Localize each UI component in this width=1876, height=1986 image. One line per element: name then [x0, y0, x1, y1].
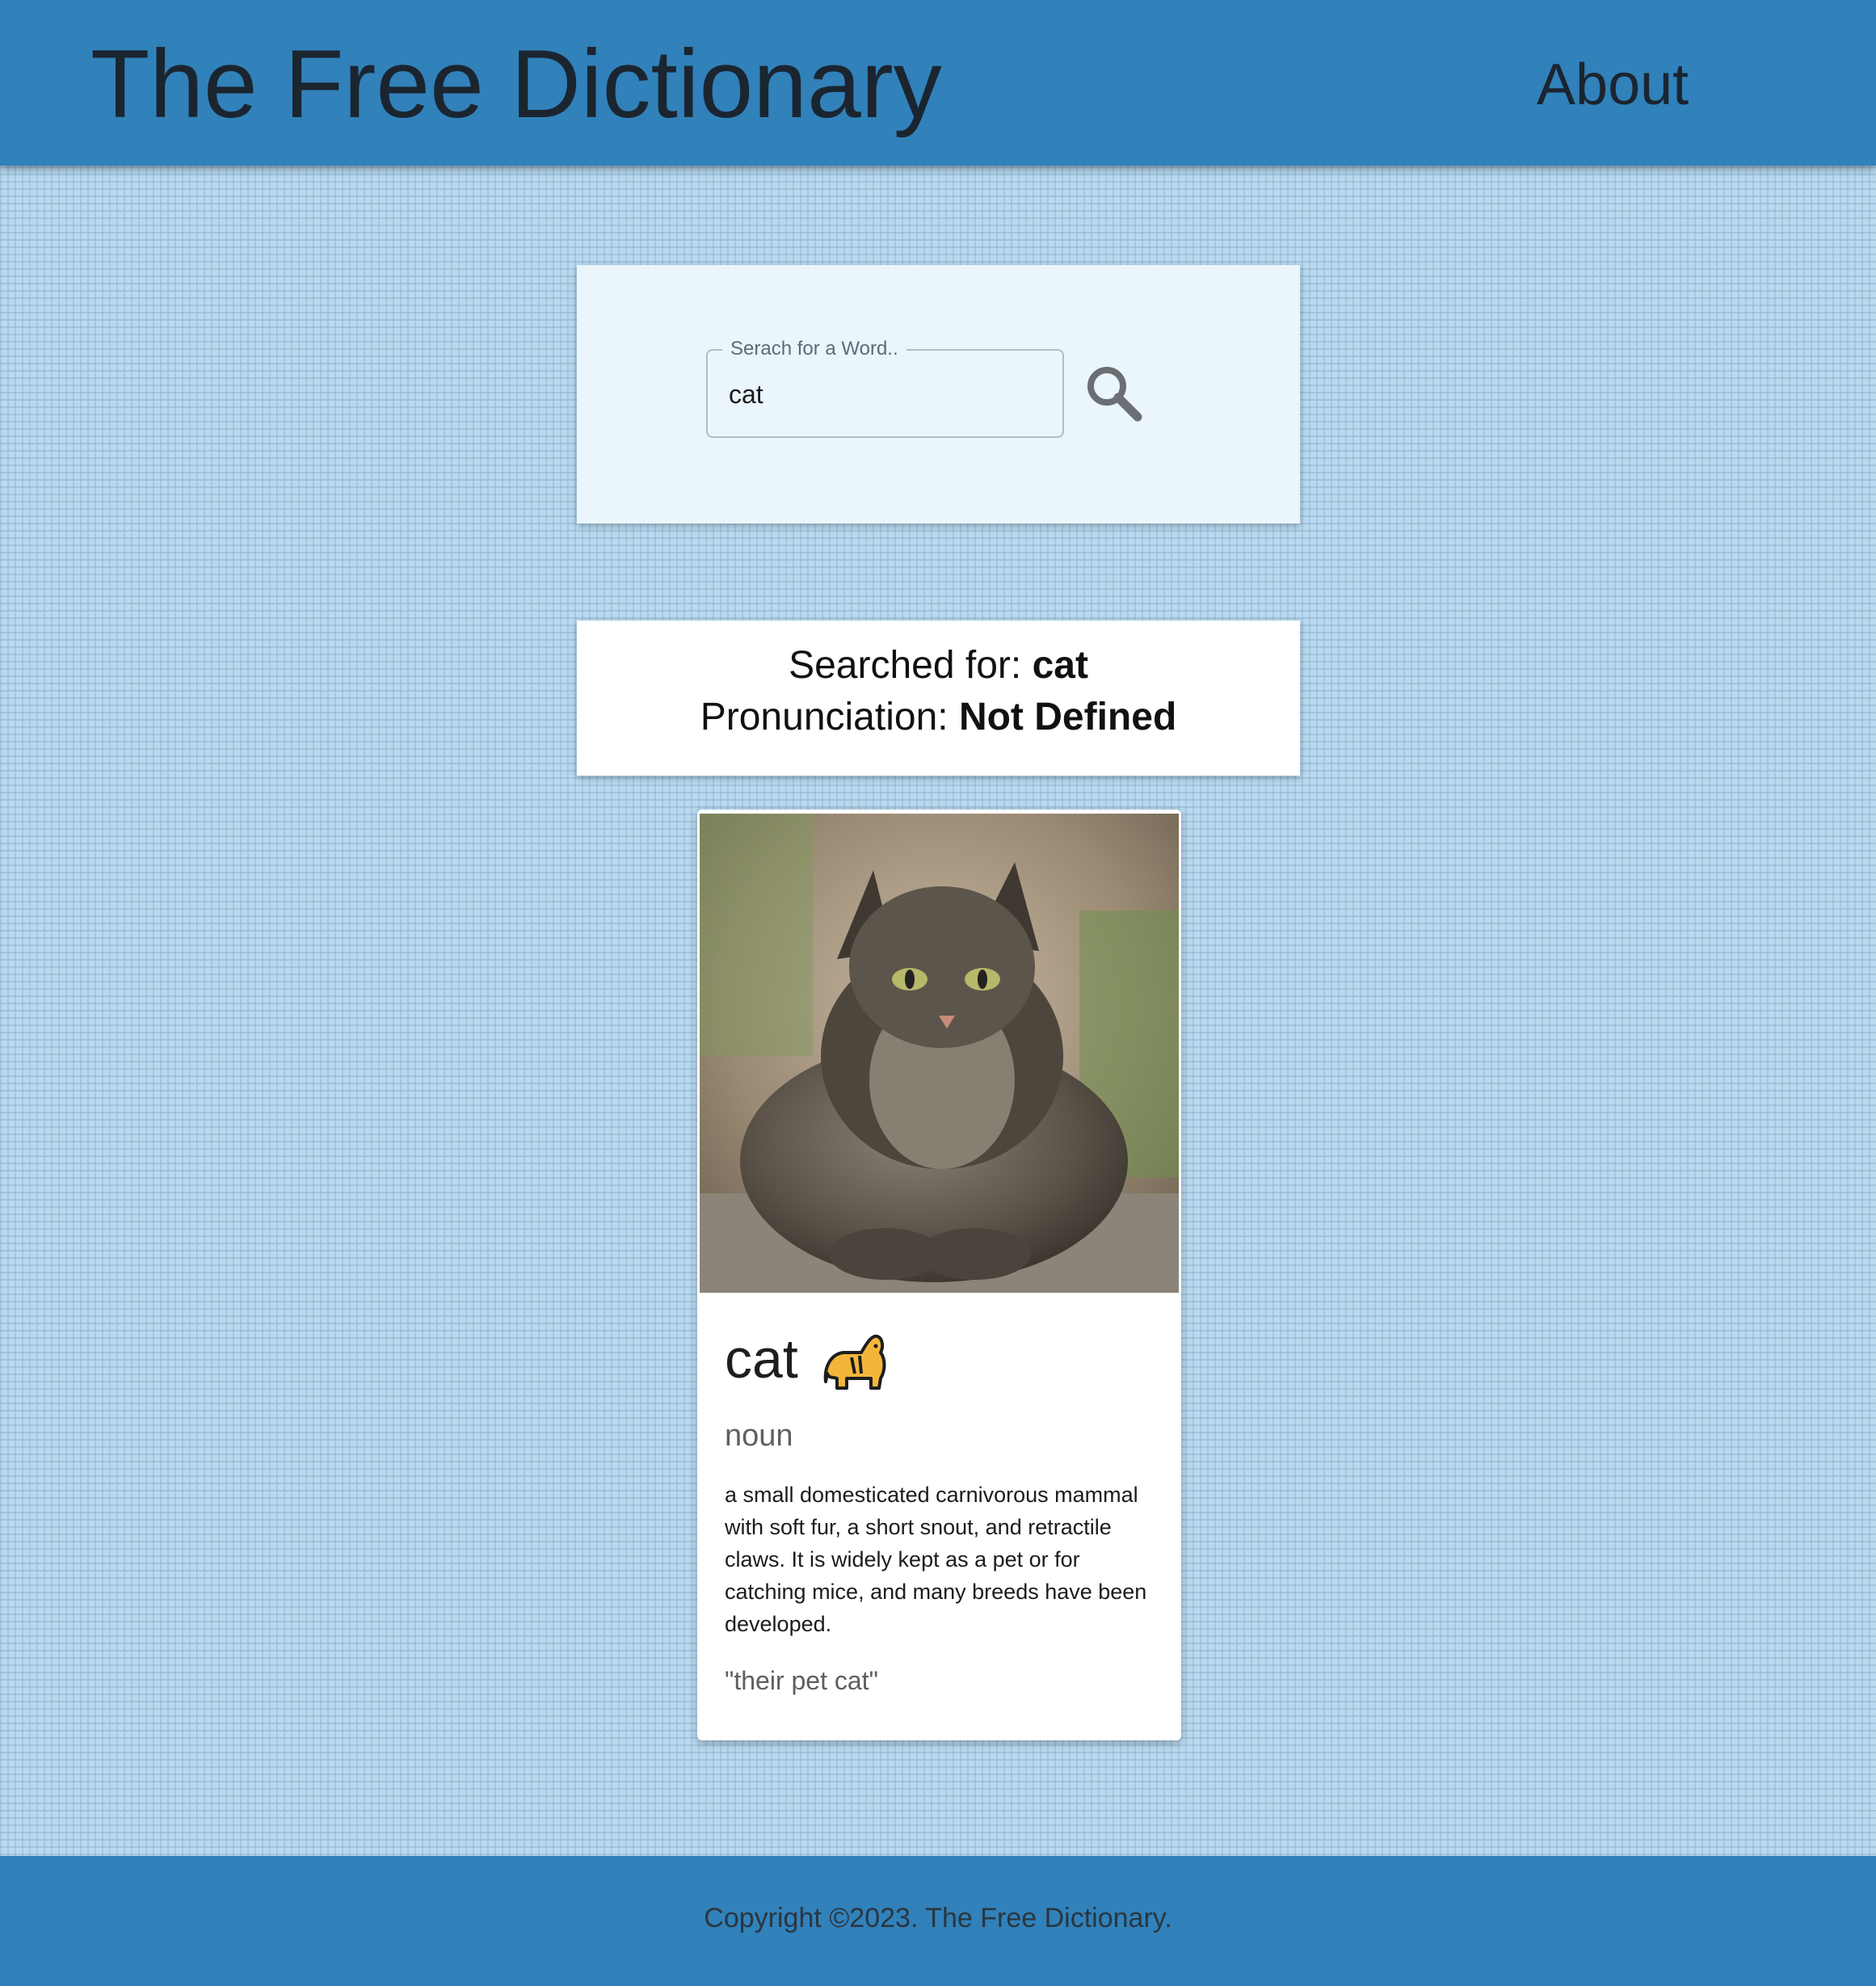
- copyright-text: Copyright ©2023. The Free Dictionary.: [704, 1903, 1172, 1933]
- definition-text: a small domesticated carnivorous mammal …: [725, 1483, 1147, 1636]
- word-title: cat: [725, 1328, 798, 1390]
- cat-icon: [823, 1334, 886, 1390]
- search-icon: [1087, 367, 1142, 422]
- top-app-bar: The Free Dictionary About: [0, 0, 1876, 166]
- site-title[interactable]: The Free Dictionary: [90, 27, 942, 141]
- search-panel: Serach for a Word..: [577, 265, 1300, 524]
- search-field-label: Serach for a Word..: [722, 337, 906, 361]
- definition-card: cat noun a small domesticated carnivorou…: [697, 810, 1181, 1740]
- searched-for-label: Searched for:: [789, 644, 1033, 687]
- searched-word: cat: [1032, 644, 1088, 687]
- search-result-summary: Searched for: cat Pronunciation: Not Def…: [577, 621, 1300, 776]
- search-input[interactable]: [729, 372, 1044, 417]
- pronunciation-value: Not Defined: [958, 696, 1177, 738]
- part-of-speech: noun: [725, 1419, 793, 1453]
- footer: Copyright ©2023. The Free Dictionary.: [0, 1856, 1876, 1986]
- search-field[interactable]: Serach for a Word..: [706, 337, 1064, 438]
- searched-for-line: Searched for: cat: [577, 640, 1300, 692]
- search-button[interactable]: [1081, 360, 1146, 425]
- pronunciation-label: Pronunciation:: [700, 696, 959, 738]
- pronunciation-line: Pronunciation: Not Defined: [577, 692, 1300, 743]
- nav-about-link[interactable]: About: [1537, 48, 1689, 121]
- word-image: [700, 814, 1179, 1293]
- word-heading: cat: [725, 1319, 887, 1399]
- example-sentence: "their pet cat": [725, 1666, 878, 1695]
